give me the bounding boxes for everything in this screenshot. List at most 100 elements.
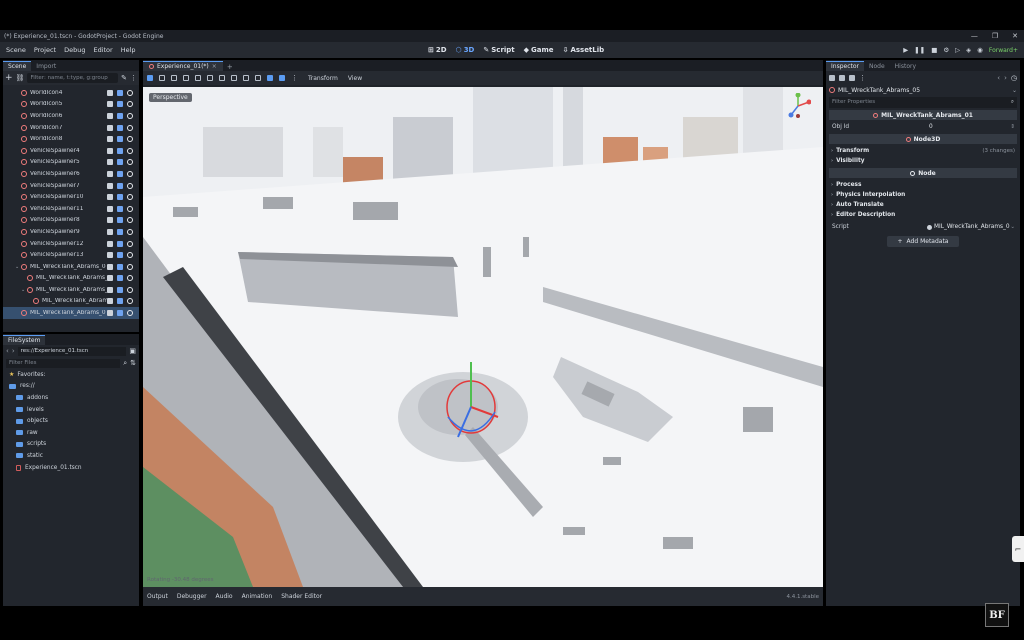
scene-tree-row[interactable]: WorldIcon7 xyxy=(3,122,139,134)
rotate-tool-icon[interactable] xyxy=(171,75,177,81)
script-icon[interactable] xyxy=(117,182,123,189)
split-mode-icon[interactable]: ▣ xyxy=(129,347,136,355)
move-tool-icon[interactable] xyxy=(159,75,165,81)
scale-tool-icon[interactable] xyxy=(183,75,189,81)
scene-tree-row[interactable]: VehicleSpawner13 xyxy=(3,249,139,261)
minimize-button[interactable]: — xyxy=(971,32,978,40)
section-physics-interpolation[interactable]: › Physics Interpolation xyxy=(829,190,1017,200)
instance-icon[interactable] xyxy=(107,147,113,154)
script-attach-icon[interactable]: ✎ xyxy=(121,74,127,82)
visibility-eye-icon[interactable] xyxy=(127,263,133,270)
play-icon[interactable]: ▶ xyxy=(903,46,908,54)
link-icon[interactable]: ⛓ xyxy=(16,74,25,82)
history-icon[interactable]: ◷ xyxy=(1011,74,1017,82)
tab-filesystem[interactable]: FileSystem xyxy=(3,335,46,345)
visibility-eye-icon[interactable] xyxy=(127,205,133,212)
script-icon[interactable] xyxy=(117,112,123,119)
instance-icon[interactable] xyxy=(107,136,113,143)
chevron-down-icon[interactable]: ⌄ xyxy=(1012,87,1017,94)
instance-icon[interactable] xyxy=(107,205,113,212)
instance-icon[interactable] xyxy=(107,170,113,177)
menu-scene[interactable]: Scene xyxy=(6,46,26,54)
environment-preview-icon[interactable] xyxy=(279,75,285,81)
property-filter-input[interactable]: Filter Properties ⌕ xyxy=(829,97,1017,108)
sort-icon[interactable]: ⇅ xyxy=(130,359,136,367)
visibility-eye-icon[interactable] xyxy=(127,124,133,131)
script-icon[interactable] xyxy=(117,240,123,247)
instance-icon[interactable] xyxy=(107,310,113,317)
forward-icon[interactable]: › xyxy=(12,347,15,355)
instance-icon[interactable] xyxy=(107,298,113,305)
select-tool-icon[interactable] xyxy=(147,75,153,81)
script-icon[interactable] xyxy=(117,263,123,270)
workspace-2d-button[interactable]: ⊞ 2D xyxy=(428,46,447,54)
script-icon[interactable] xyxy=(117,310,123,317)
transform-menu[interactable]: Transform xyxy=(308,75,338,82)
scene-tree-row[interactable]: VehicleSpawner12 xyxy=(3,238,139,250)
script-icon[interactable] xyxy=(117,124,123,131)
remote-debug-icon[interactable]: ⚙ xyxy=(943,46,949,54)
more-options-icon[interactable]: ⋮ xyxy=(130,74,137,82)
scene-tree-row[interactable]: VehicleSpawner9 xyxy=(3,226,139,238)
instance-icon[interactable] xyxy=(107,159,113,166)
tab-inspector[interactable]: Inspector xyxy=(826,61,864,71)
filesystem-row[interactable]: addons xyxy=(3,392,139,404)
visibility-eye-icon[interactable] xyxy=(127,298,133,305)
add-metadata-button[interactable]: + Add Metadata xyxy=(887,236,959,247)
add-scene-tab-button[interactable]: + xyxy=(223,63,237,71)
scene-tree-row[interactable]: VehicleSpawner7 xyxy=(3,180,139,192)
lock-icon[interactable] xyxy=(207,75,213,81)
scene-tree-row[interactable]: WorldIcon6 xyxy=(3,110,139,122)
filesystem-filter-input[interactable]: Filter Files xyxy=(6,358,121,368)
spin-icon[interactable]: ⇕ xyxy=(1010,124,1015,130)
visibility-eye-icon[interactable] xyxy=(127,89,133,96)
scene-tree-row[interactable]: VehicleSpawner11 xyxy=(3,203,139,215)
instance-icon[interactable] xyxy=(107,124,113,131)
instance-icon[interactable] xyxy=(107,252,113,259)
sun-preview-icon[interactable] xyxy=(267,75,273,81)
close-tab-icon[interactable]: × xyxy=(212,63,217,70)
filesystem-row[interactable]: scripts xyxy=(3,439,139,451)
script-icon[interactable] xyxy=(117,228,123,235)
visibility-eye-icon[interactable] xyxy=(127,159,133,166)
visibility-eye-icon[interactable] xyxy=(127,147,133,154)
scene-filter-input[interactable]: Filter: name, t:type, g:group xyxy=(27,73,119,83)
menu-project[interactable]: Project xyxy=(34,46,56,54)
scene-tab-experience[interactable]: Experience_01(*) × xyxy=(143,61,223,71)
filesystem-row[interactable]: objects xyxy=(3,415,139,427)
instance-icon[interactable] xyxy=(107,89,113,96)
section-process[interactable]: › Process xyxy=(829,180,1017,190)
group-icon[interactable] xyxy=(219,75,225,81)
workspace-assetlib-button[interactable]: ⇩ AssetLib xyxy=(563,46,605,54)
scene-tree-row[interactable]: ⌄ MIL_WreckTank_Abrams_ xyxy=(3,284,139,296)
scene-tree-row[interactable]: MIL_WreckTank_Abram xyxy=(3,296,139,308)
local-space-icon[interactable] xyxy=(243,75,249,81)
play-custom-icon[interactable]: ◈ xyxy=(966,46,971,54)
visibility-eye-icon[interactable] xyxy=(127,194,133,201)
tab-scene[interactable]: Scene xyxy=(3,61,32,71)
load-resource-icon[interactable] xyxy=(839,74,845,81)
instance-icon[interactable] xyxy=(107,275,113,282)
script-value[interactable]: MIL_WreckTank_Abrams_0 xyxy=(927,224,1010,230)
forward-icon[interactable]: › xyxy=(1004,74,1007,82)
back-icon[interactable]: ‹ xyxy=(997,74,1000,82)
filesystem-row[interactable]: ★ Favorites: xyxy=(3,369,139,381)
section-auto-translate[interactable]: › Auto Translate xyxy=(829,200,1017,210)
script-icon[interactable] xyxy=(117,194,123,201)
maximize-button[interactable]: ❐ xyxy=(992,32,998,40)
stop-icon[interactable]: ■ xyxy=(931,46,937,54)
pause-icon[interactable]: ❚❚ xyxy=(914,46,925,54)
visibility-eye-icon[interactable] xyxy=(127,275,133,282)
tab-node[interactable]: Node xyxy=(864,62,890,71)
visibility-eye-icon[interactable] xyxy=(127,112,133,119)
menu-editor[interactable]: Editor xyxy=(93,46,112,54)
visibility-eye-icon[interactable] xyxy=(127,217,133,224)
script-icon[interactable] xyxy=(117,286,123,293)
script-icon[interactable] xyxy=(117,298,123,305)
scene-tree-row[interactable]: WorldIcon4 xyxy=(3,87,139,99)
obj-id-value[interactable]: 0 xyxy=(929,124,933,130)
movie-maker-icon[interactable]: ◉ xyxy=(977,46,983,54)
more-icon[interactable]: ⋮ xyxy=(291,74,298,82)
scene-tree-row[interactable]: MIL_WreckTank_Abrams_ xyxy=(3,273,139,285)
tab-shader-editor[interactable]: Shader Editor xyxy=(281,593,322,600)
